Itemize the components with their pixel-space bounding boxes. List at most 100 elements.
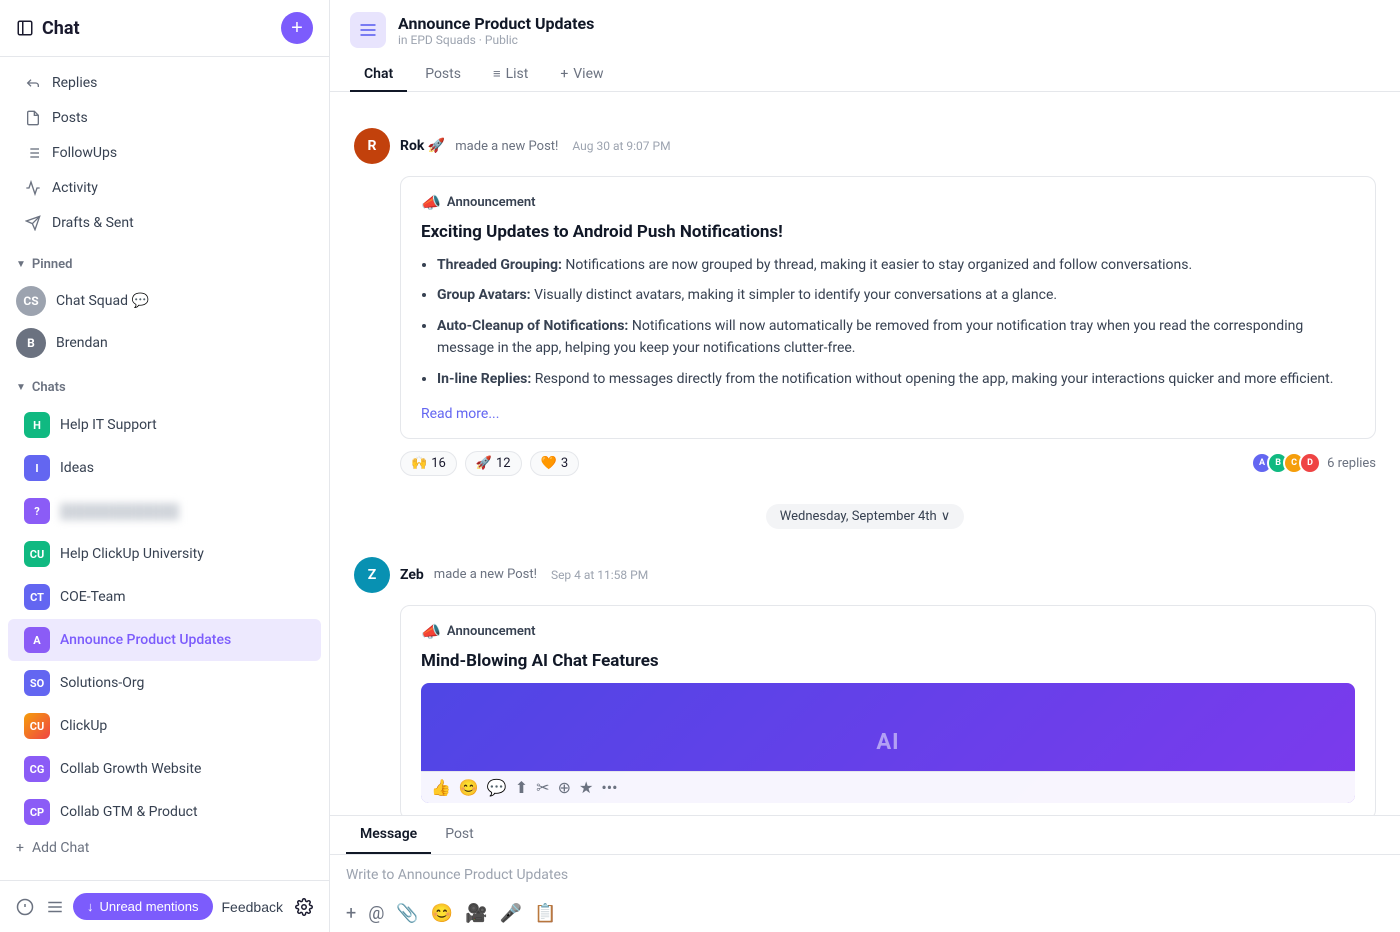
reaction-emoji-3: 🧡 (541, 456, 557, 471)
img-tool-star[interactable]: ★ (579, 778, 593, 797)
messages-area: R Rok 🚀 made a new Post! Aug 30 at 9:07 … (330, 92, 1400, 815)
input-tool-emoji[interactable]: 😊 (431, 903, 453, 924)
channel-name: Announce Product Updates (398, 14, 594, 33)
nav-item-posts[interactable]: Posts (8, 101, 321, 135)
pinned-chat-squad[interactable]: CS Chat Squad 💬 (0, 280, 329, 322)
bullet-bold-3: Auto-Cleanup of Notifications: (437, 318, 628, 334)
post-title-2: Mind-Blowing AI Chat Features (421, 651, 1355, 671)
reaction-emoji-1: 🙌 (411, 456, 427, 471)
clickup-uni-label: Help ClickUp University (60, 546, 204, 562)
reactions-replies-row-1: 🙌16 🚀12 🧡3 A B C D 6 replies (400, 451, 1376, 476)
chat-item-solutions-org[interactable]: SO Solutions-Org (8, 662, 321, 704)
author-name-zeb: Zeb (400, 567, 424, 583)
tab-chat[interactable]: Chat (350, 58, 407, 92)
clickup-label: ClickUp (60, 718, 107, 734)
reaction-1-1[interactable]: 🙌16 (400, 451, 457, 476)
nav-item-replies[interactable]: Replies (8, 66, 321, 100)
announcement-label-2: 📣 Announcement (421, 622, 1355, 641)
settings-icon[interactable] (295, 898, 313, 916)
reaction-1-2[interactable]: 🚀12 (465, 451, 522, 476)
img-tool-dots-2[interactable]: ••• (601, 778, 617, 797)
reactions-1: 🙌16 🚀12 🧡3 (400, 451, 579, 476)
info-icon[interactable] (16, 898, 34, 916)
chats-section-header[interactable]: ▼ Chats (0, 372, 329, 403)
chat-item-collab-gtm[interactable]: CP Collab GTM & Product (8, 791, 321, 833)
message-group-1: R Rok 🚀 made a new Post! Aug 30 at 9:07 … (330, 112, 1400, 492)
clickup-avatar: CU (24, 713, 50, 739)
img-tool-emoji[interactable]: 😊 (459, 778, 479, 797)
date-chevron-icon: ∨ (941, 509, 951, 524)
chat-item-blurred[interactable]: ? ████████████ (8, 490, 321, 532)
collab-gtm-avatar: CP (24, 799, 50, 825)
chat-item-collab-growth[interactable]: CG Collab Growth Website (8, 748, 321, 790)
input-tool-video[interactable]: 🎥 (465, 903, 487, 924)
nav-item-followups[interactable]: FollowUps (8, 136, 321, 170)
tab-posts[interactable]: Posts (411, 58, 475, 92)
tab-list[interactable]: ≡ List (479, 58, 542, 92)
chat-item-announce[interactable]: A Announce Product Updates (8, 619, 321, 661)
feedback-button[interactable]: Feedback (222, 899, 283, 915)
replies-row-1[interactable]: A B C D 6 replies (1257, 452, 1376, 474)
input-tool-mic[interactable]: 🎤 (500, 903, 522, 924)
input-tab-post[interactable]: Post (431, 816, 488, 854)
tab-view-label: View (573, 66, 603, 82)
reply-icon (24, 74, 42, 92)
chat-item-help-it[interactable]: H Help IT Support (8, 404, 321, 446)
pinned-section-header[interactable]: ▼ Pinned (0, 249, 329, 280)
author-avatar-rok: R (354, 128, 390, 164)
tab-view[interactable]: + View (546, 58, 617, 92)
bullet-bold-4: In-line Replies: (437, 371, 531, 387)
sidebar-title-text: Chat (42, 18, 80, 39)
input-tab-message[interactable]: Message (346, 816, 431, 854)
reaction-emoji-2: 🚀 (476, 456, 492, 471)
reply-avatars-1: A B C D (1257, 452, 1321, 474)
input-tab-message-label: Message (360, 826, 417, 842)
pinned-brendan[interactable]: B Brendan (0, 322, 329, 364)
main-content: Announce Product Updates in EPD Squads ·… (330, 0, 1400, 932)
input-tool-at[interactable]: @ (368, 903, 384, 924)
tab-view-prefix: + (560, 66, 568, 82)
list-icon[interactable] (46, 898, 64, 916)
nav-item-activity[interactable]: Activity (8, 171, 321, 205)
unread-mentions-button[interactable]: ↓ Unread mentions (73, 893, 213, 920)
chat-item-clickup-uni[interactable]: CU Help ClickUp University (8, 533, 321, 575)
blurred-avatar: ? (24, 498, 50, 524)
img-tool-like[interactable]: 👍 (431, 778, 451, 797)
input-tool-attach[interactable]: 📋 (534, 903, 556, 924)
collab-gtm-label: Collab GTM & Product (60, 804, 198, 820)
chat-item-coe-team[interactable]: CT COE-Team (8, 576, 321, 618)
add-button[interactable]: + (281, 12, 313, 44)
date-pill[interactable]: Wednesday, September 4th ∨ (766, 504, 964, 529)
input-tool-clip[interactable]: 📎 (396, 903, 418, 924)
announcement-label-1: 📣 Announcement (421, 193, 1355, 212)
nav-item-drafts[interactable]: Drafts & Sent (8, 206, 321, 240)
img-tool-share[interactable]: ⬆ (515, 778, 528, 797)
arrow-down-icon: ↓ (87, 899, 94, 914)
bullet-text-2: Visually distinct avatars, making it sim… (531, 287, 1058, 303)
unread-mentions-label: Unread mentions (100, 899, 199, 914)
img-tool-chat[interactable]: 💬 (487, 778, 507, 797)
post-image-placeholder: AI (876, 730, 899, 755)
chat-item-ideas[interactable]: I Ideas (8, 447, 321, 489)
chat-item-clickup[interactable]: CU ClickUp (8, 705, 321, 747)
pinned-section-label: Pinned (32, 257, 73, 272)
input-placeholder-text: Write to Announce Product Updates (346, 867, 568, 883)
activity-icon (24, 179, 42, 197)
read-more-link-1[interactable]: Read more... (421, 406, 499, 422)
bullet-bold-1: Threaded Grouping: (437, 257, 562, 273)
chat-squad-avatar: CS (16, 286, 46, 316)
footer-icons (16, 898, 64, 916)
blurred-label: ████████████ (60, 503, 179, 520)
input-tool-plus[interactable]: + (346, 903, 356, 924)
list-tab-icon: ≡ (493, 66, 501, 82)
announcement-dot-2: 📣 (421, 622, 441, 641)
input-placeholder[interactable]: Write to Announce Product Updates (330, 855, 1400, 895)
chats-arrow-icon: ▼ (16, 382, 26, 393)
img-tool-scissors[interactable]: ✂ (536, 778, 549, 797)
sidebar-collapse-icon[interactable] (16, 19, 34, 37)
input-tab-post-label: Post (445, 826, 474, 842)
add-chat-item[interactable]: + Add Chat (0, 834, 329, 862)
drafts-icon (24, 214, 42, 232)
reaction-1-3[interactable]: 🧡3 (530, 451, 580, 476)
img-tool-dots-1[interactable]: ⊕ (558, 778, 571, 797)
